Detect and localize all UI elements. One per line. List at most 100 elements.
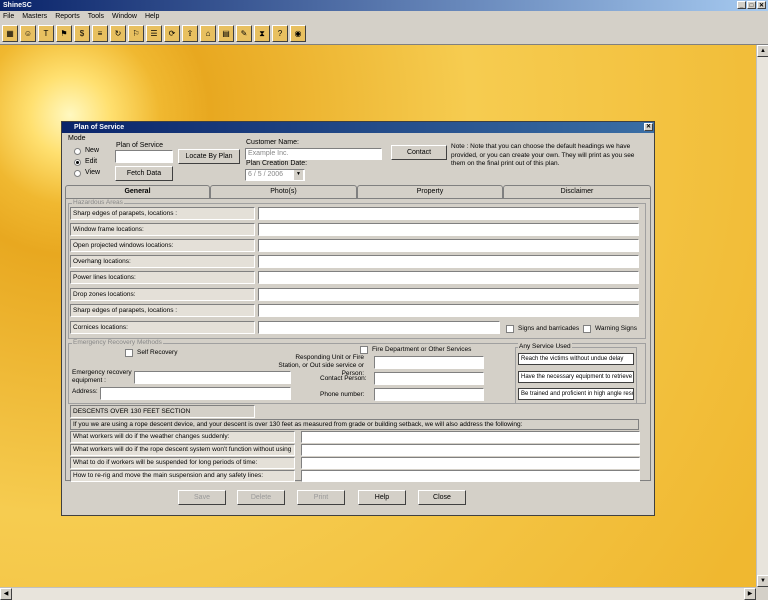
contact-button[interactable]: Contact bbox=[391, 145, 447, 160]
contact-person-input[interactable] bbox=[374, 372, 484, 385]
menu-tools[interactable]: Tools bbox=[88, 11, 104, 23]
help-button[interactable]: Help bbox=[358, 490, 406, 505]
descent-input-1[interactable] bbox=[301, 431, 640, 443]
descent-label-2: What workers will do if the rope descent… bbox=[70, 444, 295, 456]
app-title: ShineSC bbox=[3, 2, 32, 9]
mode-view-label: View bbox=[85, 169, 101, 176]
mode-view-radio[interactable] bbox=[74, 170, 81, 177]
money-icon[interactable]: $ bbox=[74, 25, 90, 42]
hazard-label-8: Cornices locations: bbox=[70, 321, 255, 334]
locate-by-plan-button[interactable]: Locate By Plan bbox=[178, 149, 240, 164]
lock-icon[interactable]: ⌂ bbox=[200, 25, 216, 42]
vertical-scrollbar[interactable]: ▲ ▼ bbox=[756, 45, 768, 587]
tab-disclaimer[interactable]: Disclaimer bbox=[503, 185, 651, 198]
signs-barricades-label: Signs and barricades bbox=[518, 325, 580, 332]
book-icon[interactable]: ▤ bbox=[218, 25, 234, 42]
hazard-input-3[interactable] bbox=[258, 239, 639, 252]
descent-label-1: What workers will do if the weather chan… bbox=[70, 431, 295, 443]
self-recovery-checkbox[interactable] bbox=[125, 349, 133, 357]
tab-general[interactable]: General bbox=[65, 185, 210, 199]
phone-number-label: Phone number: bbox=[320, 391, 365, 398]
hazardous-areas-title: Hazardous Areas bbox=[72, 199, 124, 206]
scroll-up-icon[interactable]: ▲ bbox=[757, 45, 768, 57]
self-recovery-label: Self Recovery bbox=[137, 349, 178, 356]
descent-label-4: How to re-rig and move the main suspensi… bbox=[70, 470, 295, 482]
cycle-icon[interactable]: ⟳ bbox=[164, 25, 180, 42]
list-icon[interactable]: ☰ bbox=[146, 25, 162, 42]
tab-photos[interactable]: Photo(s) bbox=[210, 185, 357, 198]
hazard-label-6: Drop zones locations: bbox=[70, 288, 255, 301]
edit-icon[interactable]: ✎ bbox=[236, 25, 252, 42]
document-icon[interactable]: ≡ bbox=[92, 25, 108, 42]
scroll-down-icon[interactable]: ▼ bbox=[757, 575, 768, 587]
upload-icon[interactable]: ⇪ bbox=[182, 25, 198, 42]
mode-edit-radio[interactable] bbox=[74, 159, 81, 166]
hourglass-icon[interactable]: ⧗ bbox=[254, 25, 270, 42]
descent-input-2[interactable] bbox=[301, 444, 640, 456]
plan-creation-date-picker[interactable]: 6 / 5 / 2006 ▼ bbox=[245, 169, 305, 181]
fire-department-checkbox[interactable] bbox=[360, 346, 368, 354]
menu-window[interactable]: Window bbox=[112, 11, 137, 23]
hazard-input-8[interactable] bbox=[258, 321, 500, 334]
hazard-input-1[interactable] bbox=[258, 207, 639, 220]
hazard-label-2: Window frame locations: bbox=[70, 223, 255, 236]
hazard-label-5: Power lines locations: bbox=[70, 271, 255, 284]
customer-name-input[interactable]: Example Inc. bbox=[245, 148, 382, 160]
scroll-left-icon[interactable]: ◀ bbox=[0, 588, 12, 600]
hazard-input-6[interactable] bbox=[258, 288, 639, 301]
grid-icon[interactable]: ▦ bbox=[2, 25, 18, 42]
plan-of-service-input[interactable] bbox=[115, 150, 173, 163]
address-input[interactable] bbox=[100, 387, 291, 400]
hazard-label-4: Overhang locations: bbox=[70, 255, 255, 268]
recovery-equipment-label: Emergency recovery equipment : bbox=[72, 369, 132, 384]
chevron-down-icon[interactable]: ▼ bbox=[294, 170, 303, 180]
recovery-equipment-input[interactable] bbox=[134, 371, 291, 384]
any-service-item-3[interactable]: Be trained and proficient in high angle … bbox=[518, 388, 634, 400]
delete-button[interactable]: Delete bbox=[237, 490, 285, 505]
tool-icon[interactable]: T bbox=[38, 25, 54, 42]
window-controls: _ □ ✕ bbox=[737, 1, 766, 9]
signs-barricades-checkbox[interactable] bbox=[506, 325, 514, 333]
globe-icon[interactable]: ◉ bbox=[290, 25, 306, 42]
menu-reports[interactable]: Reports bbox=[55, 11, 80, 23]
menu-masters[interactable]: Masters bbox=[22, 11, 47, 23]
person-icon[interactable]: ☺ bbox=[20, 25, 36, 42]
descent-label-3: What to do if workers will be suspended … bbox=[70, 457, 295, 469]
save-button[interactable]: Save bbox=[178, 490, 226, 505]
descent-input-4[interactable] bbox=[301, 470, 640, 482]
hazard-input-7[interactable] bbox=[258, 304, 639, 317]
dialog-close-icon[interactable]: ✕ bbox=[644, 123, 653, 131]
any-service-title: Any Service Used bbox=[518, 343, 572, 350]
minimize-icon[interactable]: _ bbox=[737, 1, 746, 9]
plan-of-service-dialog: Plan of Service ✕ Mode New Edit View Pla… bbox=[61, 121, 655, 516]
menu-bar: File Masters Reports Tools Window Help bbox=[0, 11, 768, 23]
hazard-label-7: Sharp edges of parapets, locations : bbox=[70, 304, 255, 317]
question-icon[interactable]: ? bbox=[272, 25, 288, 42]
fetch-data-button[interactable]: Fetch Data bbox=[115, 166, 173, 181]
tag-icon[interactable]: ⚑ bbox=[56, 25, 72, 42]
menu-help[interactable]: Help bbox=[145, 11, 159, 23]
tab-property[interactable]: Property bbox=[357, 185, 503, 198]
mode-new-label: New bbox=[85, 147, 100, 154]
any-service-item-2[interactable]: Have the necessary equipment to retrieve bbox=[518, 371, 634, 383]
descent-input-3[interactable] bbox=[301, 457, 640, 469]
warning-signs-checkbox[interactable] bbox=[583, 325, 591, 333]
menu-file[interactable]: File bbox=[3, 11, 14, 23]
close-icon[interactable]: ✕ bbox=[757, 1, 766, 9]
responding-unit-input[interactable] bbox=[374, 356, 484, 369]
mode-new-radio[interactable] bbox=[74, 148, 81, 155]
phone-number-input[interactable] bbox=[374, 388, 484, 401]
refresh-icon[interactable]: ↻ bbox=[110, 25, 126, 42]
close-button[interactable]: Close bbox=[418, 490, 466, 505]
dialog-titlebar: Plan of Service ✕ bbox=[62, 122, 654, 133]
scroll-right-icon[interactable]: ▶ bbox=[744, 588, 756, 600]
hazard-input-2[interactable] bbox=[258, 223, 639, 236]
hazard-input-5[interactable] bbox=[258, 271, 639, 284]
maximize-icon[interactable]: □ bbox=[747, 1, 756, 9]
hazard-input-4[interactable] bbox=[258, 255, 639, 268]
horizontal-scrollbar[interactable]: ◀ ▶ bbox=[0, 587, 756, 600]
flag-icon[interactable]: ⚐ bbox=[128, 25, 144, 42]
plan-creation-date-label: Plan Creation Date: bbox=[246, 160, 308, 167]
any-service-item-1[interactable]: Reach the victims without undue delay bbox=[518, 353, 634, 365]
print-button[interactable]: Print bbox=[297, 490, 345, 505]
